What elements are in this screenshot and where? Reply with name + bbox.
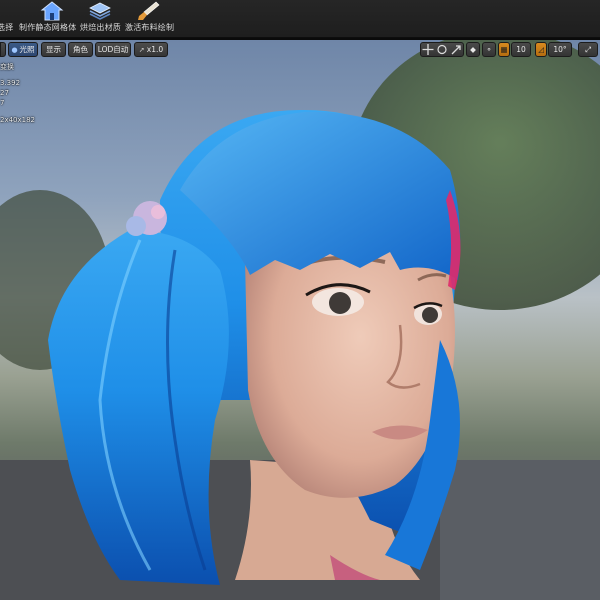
activate-cloth-paint-button[interactable]: 激活布料绘制 (125, 0, 175, 38)
viewport-options-menu[interactable] (0, 42, 6, 57)
make-static-mesh-button[interactable]: 制作静态网格体 (19, 0, 80, 38)
transform-tools-group[interactable] (420, 42, 464, 57)
make-static-mesh-label: 制作静态网格体 (19, 23, 77, 32)
rotation-snap-value-label: 10° (553, 45, 567, 54)
lit-mode-label: 光照 (19, 45, 35, 54)
character-button[interactable]: 角色 (68, 42, 93, 57)
bake-material-layers-icon (89, 2, 111, 20)
stat-line-1: 变换 (0, 63, 14, 71)
left-iris (329, 292, 351, 314)
stat-line-2: 3.392 (0, 79, 21, 87)
speed-arrow-icon: ➚ (138, 46, 145, 54)
3d-viewport[interactable]: ● 光照 显示 角色 LOD自动 ➚ x1.0 ◆ ⚬ ▦ 10 ◿ 10° ⤢… (0, 40, 600, 600)
show-button[interactable]: 显示 (41, 42, 66, 57)
grid-snap-value[interactable]: 10 (511, 42, 531, 57)
show-label: 显示 (46, 45, 61, 54)
character-render (0, 40, 600, 600)
hair-tie-bead (126, 216, 146, 236)
character-label: 角色 (73, 45, 88, 54)
lod-auto-button[interactable]: LOD自动 (95, 42, 131, 57)
scale-snap-toggle[interactable]: ⤢ (578, 42, 598, 57)
stat-line-5: 2x40x182 (0, 116, 36, 124)
grid-snap-value-label: 10 (516, 45, 526, 54)
stat-line-4: 7 (0, 99, 5, 107)
bake-material-button[interactable]: 烘焙出材质 (80, 0, 121, 38)
playback-speed-label: x1.0 (146, 45, 164, 54)
translate-icon (422, 44, 434, 55)
static-mesh-house-icon (40, 1, 64, 21)
activate-cloth-paint-label: 激活布料绘制 (125, 23, 175, 32)
stat-line-3: 27 (0, 89, 9, 97)
scale-snap-icon: ⤢ (585, 45, 591, 54)
bake-material-label: 烘焙出材质 (80, 23, 121, 32)
hair-tie-highlight (151, 205, 165, 219)
editor-toolbar: 选择 制作静态网格体 烘焙出材质 激活布料绘制 (0, 0, 600, 38)
world-local-toggle[interactable]: ⚬ (482, 42, 496, 57)
rotation-angle-icon: ◿ (538, 45, 544, 54)
playback-speed-button[interactable]: ➚ x1.0 (134, 42, 168, 57)
cloth-paint-brush-icon (138, 1, 160, 20)
scale-icon (451, 45, 461, 55)
surface-snap-icon: ◆ (470, 45, 476, 54)
lit-sphere-icon: ● (11, 46, 18, 54)
right-iris (422, 307, 438, 323)
lit-mode-button[interactable]: ● 光照 (8, 42, 38, 57)
rotate-icon (437, 44, 447, 55)
floor-side (440, 460, 600, 600)
surface-snapping-button[interactable]: ◆ (466, 42, 480, 57)
rotation-snap-value[interactable]: 10° (548, 42, 572, 57)
select-label: 选择 (0, 23, 14, 32)
grid-icon: ▦ (500, 45, 508, 54)
grid-snap-toggle[interactable]: ▦ (498, 42, 510, 57)
rotation-snap-toggle[interactable]: ◿ (535, 42, 547, 57)
globe-icon: ⚬ (485, 45, 493, 54)
lod-auto-label: LOD自动 (97, 45, 129, 54)
